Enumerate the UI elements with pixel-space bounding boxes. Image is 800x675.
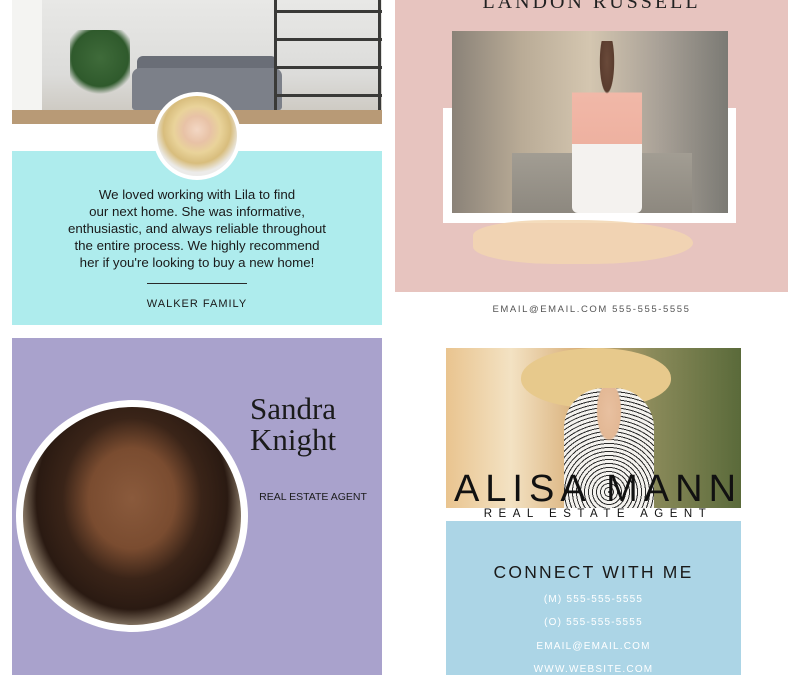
agent-last-name: Knight [249,422,337,457]
email-address: EMAIL@EMAIL.COM [536,641,651,652]
quote-line: our next home. She was informative, [89,204,305,219]
agent-figure [572,41,642,213]
testimonial-card: We loved working with Lila to find our n… [12,0,382,325]
contact-line: EMAIL@EMAIL.COM 555-555-5555 [492,304,691,315]
quote-line: We loved working with Lila to find [98,187,296,202]
plant-image [70,30,130,100]
shelf-4 [274,94,382,97]
sandra-card: Sandra Knight REAL ESTATE AGENT [12,338,382,675]
alisa-card: CONNECT WITH ME (M) 555-555-5555 (O) 555… [428,338,768,675]
shelf-3 [274,66,382,69]
agent-photo [452,31,728,213]
shelf-1 [274,10,382,13]
agent-role: REAL ESTATE AGENT [259,491,367,503]
quote-line: enthusiastic, and always reliable throug… [68,221,326,236]
shelf-2 [274,38,382,41]
agent-name: LANDON RUSSELL [482,0,701,13]
agent-role: REAL ESTATE AGENT [483,508,713,520]
quote-line: the entire process. We highly recommend [74,238,320,253]
mobile-number: (M) 555-555-5555 [543,594,644,605]
divider [147,283,247,284]
window-frame [12,0,42,124]
agent-name: ALISA MANN [453,468,743,510]
avatar-photo [157,96,237,176]
paint-stroke [473,220,693,264]
testimonial-quote: We loved working with Lila to find our n… [32,186,362,271]
website-url: WWW.WEBSITE.COM [533,664,654,675]
office-number: (O) 555-555-5555 [544,617,643,628]
shelf-post-right [378,0,381,124]
quote-line: her if you're looking to buy a new home! [79,255,315,270]
client-avatar [153,92,241,180]
agent-first-name: Sandra [249,391,337,426]
shelf-post-left [274,0,277,124]
contact-panel: CONNECT WITH ME (M) 555-555-5555 (O) 555… [446,521,741,675]
testimonial-signature: WALKER FAMILY [146,298,248,310]
connect-heading: CONNECT WITH ME [493,562,694,582]
landon-card: LANDON RUSSELL EMAIL@EMAIL.COM 555-555-5… [395,0,788,325]
